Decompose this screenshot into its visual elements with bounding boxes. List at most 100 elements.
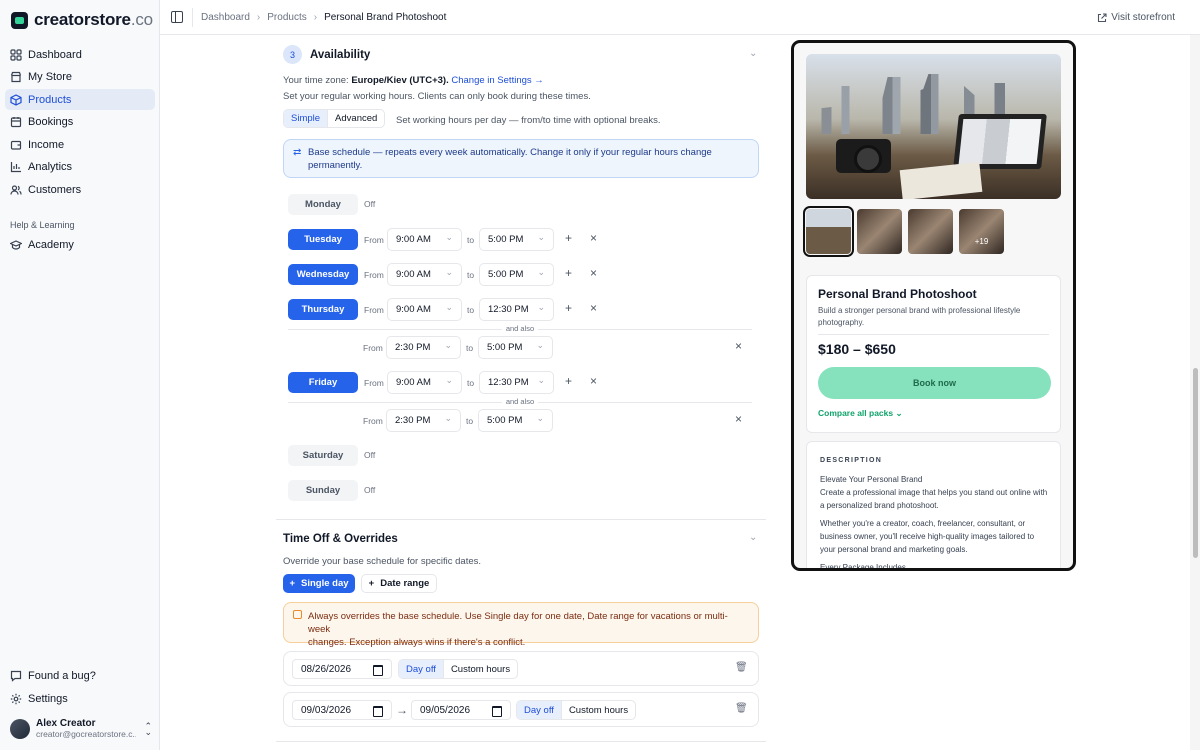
trash-icon[interactable]: 🗑 bbox=[735, 703, 748, 714]
sidebar-item-label: Analytics bbox=[28, 161, 73, 173]
logo[interactable]: creatorstore.co bbox=[11, 10, 153, 30]
avatar bbox=[10, 718, 30, 739]
day-toggle-monday[interactable]: Monday bbox=[288, 194, 358, 215]
custom-hours-button[interactable]: Custom hours bbox=[442, 660, 517, 678]
from-label: From bbox=[364, 378, 384, 388]
override-date-range: 09/03/2026 → 09/05/2026 Day off Custom h… bbox=[283, 692, 759, 727]
add-interval-icon[interactable]: + bbox=[565, 374, 572, 388]
from-time-select[interactable]: 2:30 PM bbox=[386, 336, 461, 359]
from-time-select[interactable]: 9:00 AM bbox=[387, 371, 462, 394]
from-time-select[interactable]: 9:00 AM bbox=[387, 263, 462, 286]
trash-icon[interactable]: 🗑 bbox=[735, 662, 748, 673]
day-off-button[interactable]: Day off bbox=[517, 701, 561, 719]
product-title: Personal Brand Photoshoot bbox=[818, 287, 977, 301]
storefront-preview: +19 Personal Brand Photoshoot Build a st… bbox=[791, 40, 1076, 571]
sidebar-item-customers[interactable]: Customers bbox=[5, 179, 155, 200]
logo-text: creatorstore.co bbox=[34, 10, 153, 29]
day-toggle-saturday[interactable]: Saturday bbox=[288, 445, 358, 466]
visit-storefront-link[interactable]: Visit storefront bbox=[1097, 12, 1175, 23]
description-paragraph: Every Package Includes bbox=[820, 563, 906, 571]
breadcrumb-products[interactable]: Products bbox=[267, 12, 306, 23]
change-timezone-link[interactable]: Change in Settings → bbox=[451, 75, 543, 86]
from-time-select[interactable]: 2:30 PM bbox=[386, 409, 461, 432]
to-time-select[interactable]: 5:00 PM bbox=[478, 336, 553, 359]
mode-advanced-button[interactable]: Advanced bbox=[327, 110, 384, 127]
from-label: From bbox=[363, 416, 383, 426]
add-interval-icon[interactable]: + bbox=[565, 231, 572, 245]
thumbnail-strip: +19 bbox=[803, 206, 1004, 257]
sidebar-item-dashboard[interactable]: Dashboard bbox=[5, 44, 155, 65]
to-time-select[interactable]: 12:30 PM bbox=[479, 371, 554, 394]
sidebar-item-settings[interactable]: Settings bbox=[5, 688, 155, 709]
sidebar-item-income[interactable]: Income bbox=[5, 134, 155, 155]
day-toggle-friday[interactable]: Friday bbox=[288, 372, 358, 393]
single-day-button[interactable]: + Single day bbox=[283, 574, 355, 593]
thumbnail[interactable] bbox=[857, 209, 902, 254]
mode-simple-button[interactable]: Simple bbox=[284, 110, 328, 127]
camera-shape bbox=[836, 139, 891, 173]
thumbnail[interactable] bbox=[908, 209, 953, 254]
close-icon[interactable]: × bbox=[735, 339, 742, 353]
sidebar-item-academy[interactable]: Academy bbox=[5, 234, 155, 255]
sidebar-item-my-store[interactable]: My Store bbox=[5, 67, 155, 88]
sidebar-item-bookings[interactable]: Bookings bbox=[5, 112, 155, 133]
day-off-button[interactable]: Day off bbox=[399, 660, 443, 678]
sidebar-item-label: Customers bbox=[28, 183, 82, 196]
from-time-select[interactable]: 9:00 AM bbox=[387, 228, 462, 251]
book-now-button[interactable]: Book now bbox=[818, 367, 1051, 399]
chevron-right-icon: › bbox=[313, 12, 318, 23]
calendar-icon bbox=[10, 117, 22, 128]
collapse-availability-icon[interactable]: ⌄ bbox=[749, 48, 757, 59]
day-toggle-tuesday[interactable]: Tuesday bbox=[288, 229, 358, 250]
to-label: to bbox=[466, 416, 474, 426]
hero-image[interactable] bbox=[806, 54, 1061, 199]
close-icon[interactable]: × bbox=[590, 301, 597, 315]
add-interval-icon[interactable]: + bbox=[565, 301, 572, 315]
store-icon bbox=[10, 71, 22, 83]
close-icon[interactable]: × bbox=[590, 266, 597, 280]
chevron-right-icon: › bbox=[256, 12, 261, 23]
close-icon[interactable]: × bbox=[590, 231, 597, 245]
custom-hours-button[interactable]: Custom hours bbox=[560, 701, 635, 719]
add-interval-icon[interactable]: + bbox=[565, 266, 572, 280]
collapse-timeoff-icon[interactable]: ⌄ bbox=[749, 532, 757, 543]
to-time-select[interactable]: 5:00 PM bbox=[479, 228, 554, 251]
override-type-toggle: Day off Custom hours bbox=[398, 659, 519, 679]
product-price: $180 – $650 bbox=[818, 341, 896, 357]
from-label: From bbox=[364, 305, 384, 315]
and-also-divider: and also bbox=[288, 324, 752, 334]
sidebar-item-bug[interactable]: Found a bug? bbox=[5, 665, 155, 686]
sidebar-item-products[interactable]: Products bbox=[5, 89, 155, 110]
papers-shape bbox=[899, 161, 983, 199]
grid-icon bbox=[10, 48, 22, 61]
to-time-select[interactable]: 5:00 PM bbox=[479, 263, 554, 286]
sidebar-toggle-icon[interactable] bbox=[171, 11, 183, 23]
thumbnail[interactable] bbox=[803, 206, 854, 257]
scrollbar[interactable] bbox=[1190, 35, 1200, 750]
sidebar-item-analytics[interactable]: Analytics bbox=[5, 157, 155, 178]
close-icon[interactable]: × bbox=[735, 412, 742, 426]
thumbnail-more[interactable]: +19 bbox=[959, 209, 1004, 254]
date-range-button[interactable]: + Date range bbox=[361, 574, 437, 593]
user-menu[interactable]: Alex Creator creator@gocreatorstore.c...… bbox=[10, 718, 152, 739]
scrollbar-thumb[interactable] bbox=[1193, 368, 1198, 558]
sidebar-item-label: Dashboard bbox=[28, 48, 82, 61]
range-start-input[interactable]: 09/03/2026 bbox=[292, 700, 392, 720]
from-time-select[interactable]: 9:00 AM bbox=[387, 298, 462, 321]
to-label: to bbox=[467, 235, 475, 245]
sidebar-item-label: Settings bbox=[28, 692, 68, 705]
range-end-input[interactable]: 09/05/2026 bbox=[411, 700, 511, 720]
date-input[interactable]: 08/26/2026 bbox=[292, 659, 392, 679]
close-icon[interactable]: × bbox=[590, 374, 597, 388]
breadcrumb-dashboard[interactable]: Dashboard bbox=[201, 12, 250, 23]
to-time-select[interactable]: 5:00 PM bbox=[478, 409, 553, 432]
compare-packs-link[interactable]: Compare all packs ⌄ bbox=[818, 408, 903, 419]
to-time-select[interactable]: 12:30 PM bbox=[479, 298, 554, 321]
sidebar-item-label: Products bbox=[28, 93, 72, 106]
day-toggle-wednesday[interactable]: Wednesday bbox=[288, 264, 358, 285]
description-heading: DESCRIPTION bbox=[820, 457, 883, 464]
day-toggle-sunday[interactable]: Sunday bbox=[288, 480, 358, 501]
from-label: From bbox=[363, 343, 383, 353]
step-number: 3 bbox=[283, 45, 302, 64]
day-toggle-thursday[interactable]: Thursday bbox=[288, 299, 358, 320]
